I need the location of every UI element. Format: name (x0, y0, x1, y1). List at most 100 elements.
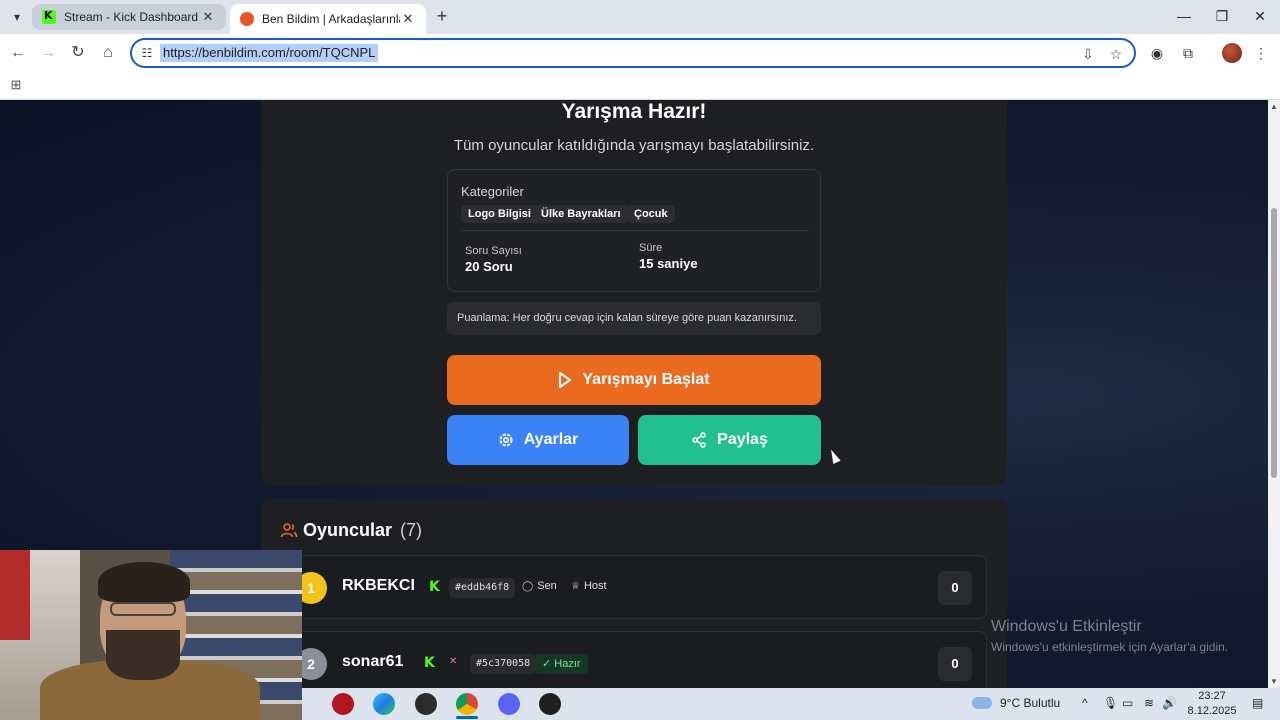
player-id-chip: #5c370058 (470, 654, 537, 674)
extensions-puzzle-icon[interactable]: ⧉ (1177, 42, 1199, 64)
system-clock[interactable]: 23:27 8.12.2025 (1182, 689, 1242, 719)
players-card: Oyuncular (7) 1 RKBEKCI K #eddb46f8 ◯ Se… (261, 499, 1007, 688)
player-id-chip: #eddb46f8 (449, 578, 516, 598)
benbildim-icon (240, 12, 254, 26)
player-row: 1 RKBEKCI K #eddb46f8 ◯ Sen ♕ Host 0 (281, 555, 987, 619)
active-app-indicator (456, 716, 478, 719)
tab-title: Stream - Kick Dashboard (64, 10, 199, 24)
browser-toolbar: ← → ↻ ⌂ ☷ https://benbildim.com/room/TQC… (0, 34, 1280, 72)
clock-time: 23:27 (1198, 690, 1226, 702)
app-icon[interactable] (332, 693, 354, 715)
window-close-icon[interactable]: ✕ (1242, 4, 1278, 28)
ready-badge: ✓ Hazır (535, 654, 588, 674)
minimize-icon[interactable]: — (1166, 4, 1202, 28)
close-icon[interactable]: ✕ (400, 11, 416, 27)
volume-icon[interactable]: 🔊 (1162, 696, 1177, 710)
scroll-up-icon[interactable]: ▲ (1270, 102, 1278, 111)
check-circle-icon: ✓ (542, 658, 555, 670)
webcam-background (0, 550, 30, 640)
kick-logo-icon: K (429, 579, 440, 595)
ready-label: Hazır (554, 658, 581, 670)
gear-icon (498, 432, 514, 448)
contest-info-box: Kategoriler Logo Bilgisi Ülke Bayrakları… (447, 169, 821, 292)
tab-benbildim[interactable]: Ben Bildim | Arkadaşlarınla Online ✕ (230, 4, 426, 34)
settings-button[interactable]: Ayarlar (447, 415, 629, 465)
player-name: RKBEKCI (342, 577, 415, 594)
webcam-person (106, 630, 180, 680)
categories-label: Kategoriler (461, 184, 524, 199)
app-icon[interactable] (539, 693, 561, 715)
wifi-icon[interactable]: ≋ (1144, 696, 1154, 710)
chevron-up-icon[interactable]: ^ (1082, 696, 1088, 710)
weather-widget[interactable]: 9°C Bulutlu (972, 696, 1060, 710)
user-icon: ◯ (522, 580, 534, 592)
share-icon (691, 432, 707, 448)
settings-label: Ayarlar (523, 431, 579, 448)
player-row: 2 sonar61 K ✕ #5c370058 ✓ Hazır 0 (281, 631, 987, 688)
url-text[interactable]: https://benbildim.com/room/TQCNPL (160, 44, 379, 62)
page-title: Yarışma Hazır! (561, 100, 707, 123)
question-count-value: 20 Soru (465, 259, 513, 274)
scrollbar-thumb[interactable] (1271, 208, 1277, 478)
profile-avatar[interactable] (1222, 43, 1242, 63)
players-title: Oyuncular (303, 520, 393, 540)
apps-grid-icon[interactable]: ⊞ (8, 77, 24, 93)
tab-title: Ben Bildim | Arkadaşlarınla Online (262, 12, 400, 26)
new-tab-button[interactable]: + (430, 6, 454, 28)
kick-logo-icon (42, 9, 56, 24)
back-icon[interactable]: ← (6, 41, 30, 65)
start-contest-button[interactable]: Yarışmayı Başlat (447, 355, 821, 405)
clock-date: 8.12.2025 (1187, 705, 1237, 717)
tab-strip: ▾ Stream - Kick Dashboard ✕ Ben Bildim |… (0, 0, 1280, 34)
activation-watermark-title: Windows'u Etkinleştir (991, 618, 1142, 635)
activation-watermark-subtitle: Windows'u etkinleştirmek için Ayarlar'a … (991, 640, 1229, 654)
host-label: Host (583, 580, 607, 592)
players-count: (7) (400, 520, 422, 540)
scroll-down-icon[interactable]: ▼ (1270, 677, 1278, 686)
player-score: 0 (938, 571, 972, 605)
obs-icon[interactable] (415, 693, 437, 715)
you-tag: ◯ Sen (522, 580, 557, 592)
install-app-icon[interactable]: ⇩ (1078, 44, 1098, 64)
contest-ready-card: Yarışma Hazır! Tüm oyuncular katıldığınd… (261, 100, 1007, 485)
microphone-icon[interactable]: 🎙 (1103, 696, 1118, 710)
tab-kick-dashboard[interactable]: Stream - Kick Dashboard ✕ (32, 4, 226, 30)
webcam-person (98, 562, 190, 602)
chrome-icon[interactable] (456, 693, 478, 715)
notifications-icon[interactable]: ▤ (1252, 696, 1263, 710)
category-chip: Çocuk (627, 205, 675, 223)
battery-icon[interactable]: ▭ (1122, 696, 1133, 710)
site-info-icon[interactable]: ☷ (138, 45, 156, 61)
home-icon[interactable]: ⌂ (96, 41, 120, 65)
page-subtitle: Tüm oyuncular katıldığında yarışmayı baş… (453, 137, 815, 154)
share-button[interactable]: Paylaş (638, 415, 821, 465)
bookmark-star-icon[interactable]: ☆ (1106, 44, 1126, 64)
player-score: 0 (938, 647, 972, 681)
question-count-label: Soru Sayısı (465, 245, 522, 257)
duration-value: 15 saniye (639, 256, 698, 271)
share-label: Paylaş (717, 431, 768, 448)
address-bar[interactable]: ☷ https://benbildim.com/room/TQCNPL ⇩ ☆ (130, 38, 1136, 68)
discord-icon[interactable] (498, 693, 520, 715)
player-name: sonar61 (342, 653, 404, 670)
extension-icon[interactable]: ◉ (1146, 42, 1168, 64)
maximize-icon[interactable]: ❐ (1204, 4, 1240, 28)
user-remove-icon[interactable]: ✕ (449, 656, 461, 667)
webcam-person (110, 602, 176, 616)
close-icon[interactable]: ✕ (200, 9, 216, 25)
category-chip: Logo Bilgisi (461, 205, 538, 223)
menu-kebab-icon[interactable]: ⋮ (1250, 42, 1272, 64)
scoring-note: Puanlama: Her doğru cevap için kalan sür… (447, 302, 821, 335)
tab-search-chevron-icon[interactable]: ▾ (6, 6, 28, 28)
page-scrollbar[interactable]: ▲ ▼ (1268, 100, 1280, 688)
weather-text: 9°C Bulutlu (1000, 696, 1061, 710)
start-contest-label: Yarışmayı Başlat (582, 371, 710, 388)
edge-icon[interactable] (373, 693, 395, 715)
reload-icon[interactable]: ↻ (66, 41, 90, 65)
forward-icon[interactable]: → (36, 41, 60, 65)
bookmarks-bar: ⊞ (0, 72, 1280, 100)
kick-logo-icon: K (424, 655, 435, 671)
cloud-icon (972, 697, 992, 709)
play-icon (558, 372, 572, 388)
users-icon (280, 521, 298, 539)
